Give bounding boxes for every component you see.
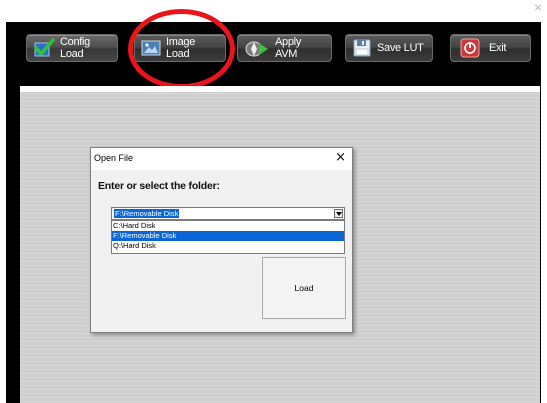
folder-dropdown-list: C:\Hard Disk F:\Removable Disk Q:\Hard D… — [111, 220, 345, 254]
config-load-button[interactable]: Config Load — [26, 34, 118, 62]
folder-option[interactable]: Q:\Hard Disk — [112, 241, 344, 251]
folder-option[interactable]: C:\Hard Disk — [112, 221, 344, 231]
folder-option[interactable]: F:\Removable Disk — [112, 231, 344, 241]
dialog-titlebar[interactable]: Open File × — [91, 148, 352, 170]
dialog-title: Open File — [94, 153, 134, 163]
dialog-prompt: Enter or select the folder: — [98, 180, 220, 192]
save-lut-button[interactable]: Save LUT — [345, 34, 433, 62]
exit-button[interactable]: Exit — [450, 34, 531, 62]
apply-avm-label: Apply AVM — [275, 36, 302, 60]
folder-combobox[interactable]: F:\Removable Disk — [111, 207, 345, 220]
window-close-icon[interactable]: × — [532, 2, 544, 14]
floppy-disk-icon — [352, 38, 372, 58]
checkmark-icon — [33, 38, 55, 58]
highlight-ellipse — [128, 9, 235, 89]
dialog-close-icon[interactable]: × — [335, 151, 346, 165]
power-icon — [460, 38, 480, 58]
apply-avm-button[interactable]: Apply AVM — [237, 34, 332, 62]
save-lut-label: Save LUT — [377, 42, 424, 54]
open-file-dialog: Open File × Enter or select the folder: … — [90, 147, 353, 333]
folder-combobox-value: F:\Removable Disk — [114, 209, 180, 218]
load-button[interactable]: Load — [262, 257, 346, 319]
content-top-strip — [20, 86, 540, 92]
config-load-label: Config Load — [60, 36, 90, 60]
exit-label: Exit — [489, 42, 507, 54]
apply-avm-icon — [244, 37, 270, 59]
chevron-down-icon[interactable] — [334, 209, 343, 218]
